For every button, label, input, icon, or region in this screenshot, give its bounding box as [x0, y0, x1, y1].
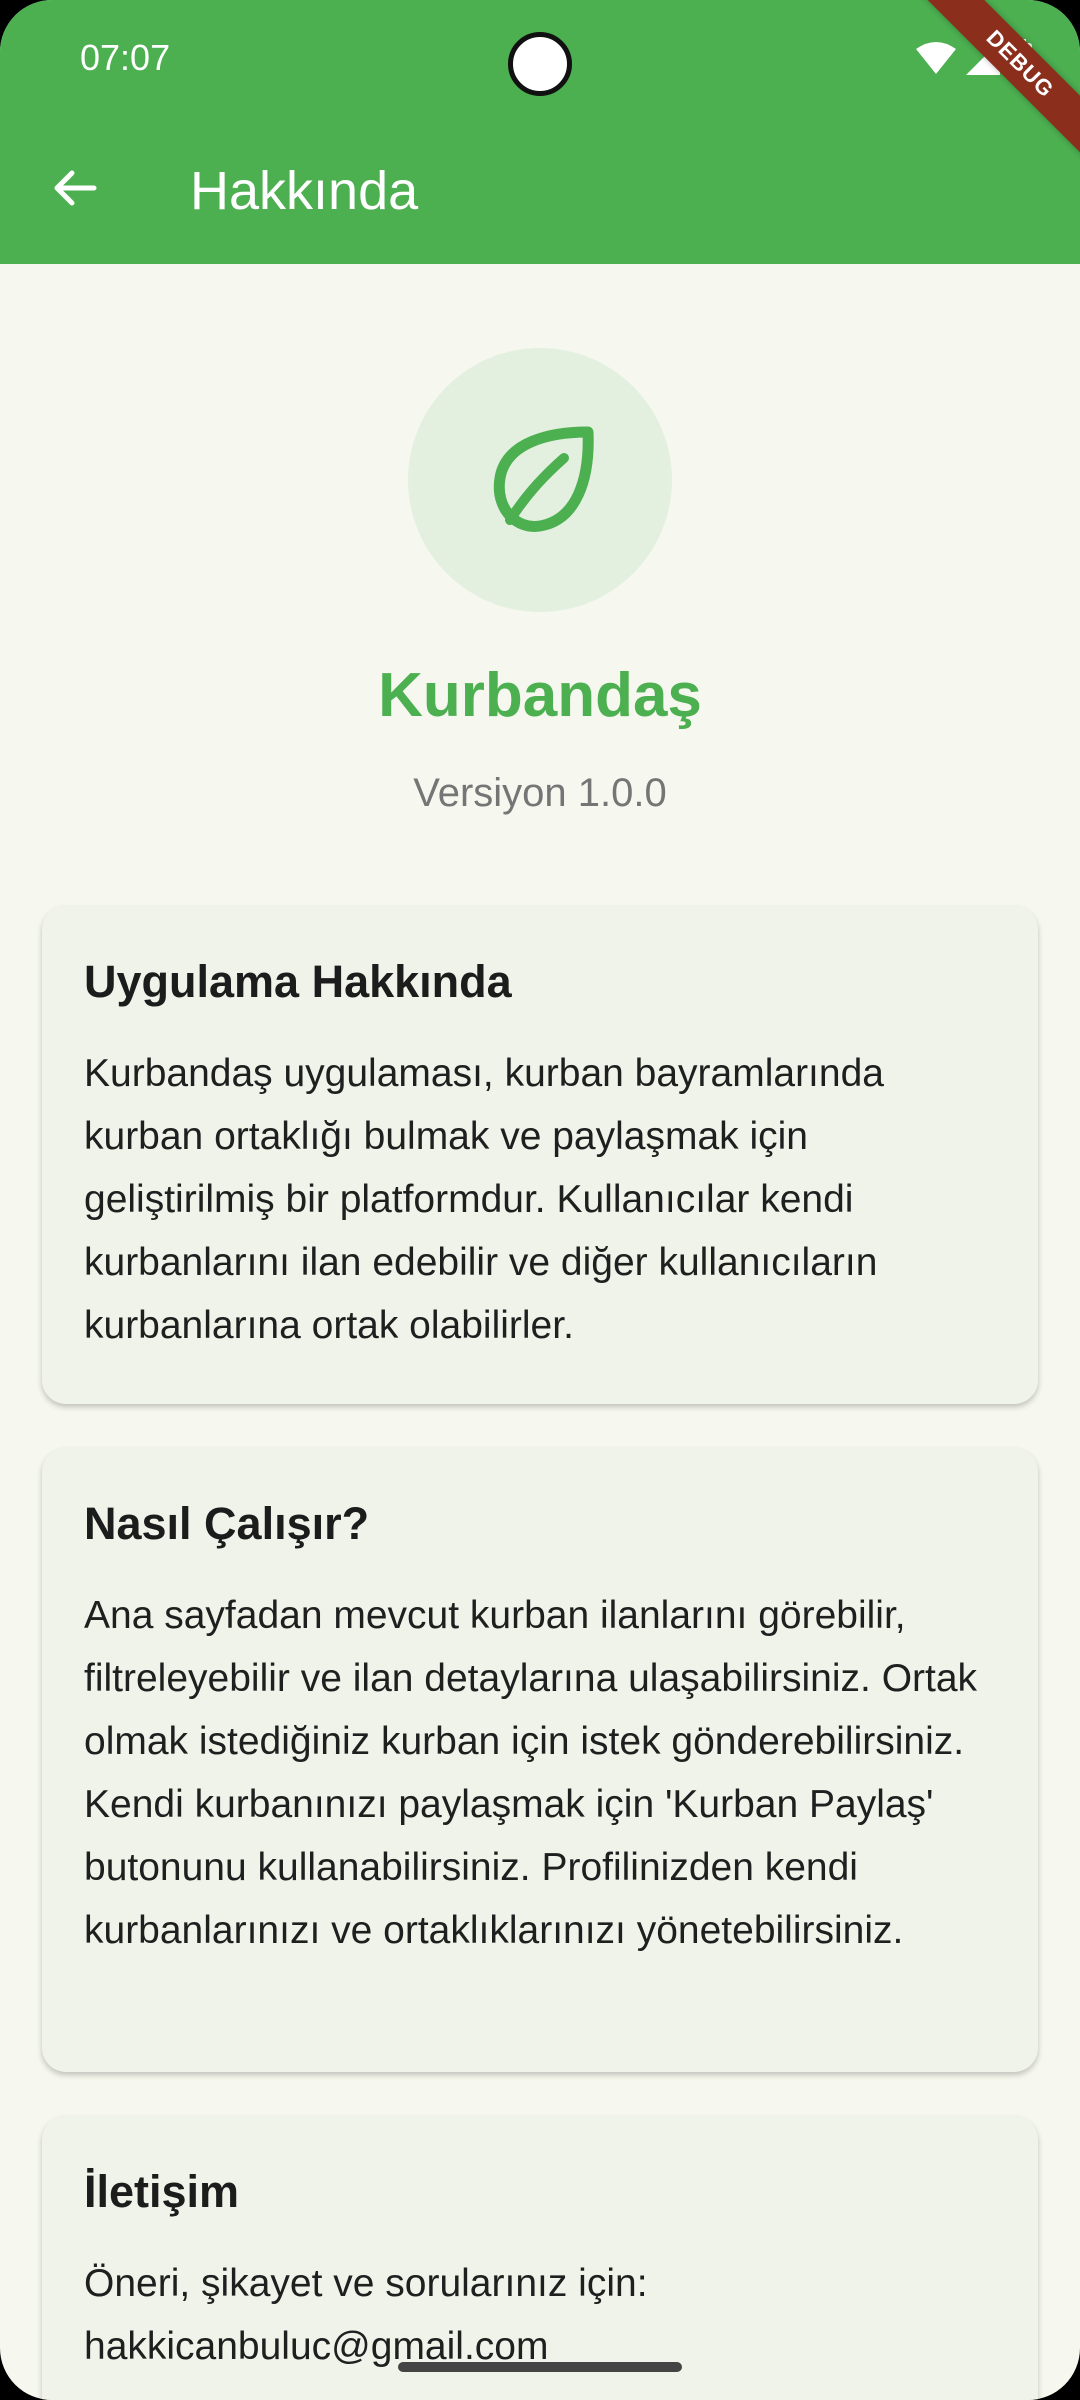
- status-time: 07:07: [80, 37, 171, 78]
- page-title: Hakkında: [190, 161, 419, 221]
- about-card-body: Kurbandaş uygulaması, kurban bayramların…: [84, 1052, 884, 1347]
- debug-banner: DEBUG: [913, 0, 1080, 171]
- home-indicator[interactable]: [398, 2362, 682, 2372]
- contact-card-title: İletişim: [84, 2166, 240, 2217]
- contact-card-body: Öneri, şikayet ve sorularınız için: hakk…: [84, 2252, 996, 2378]
- back-button[interactable]: [36, 150, 112, 226]
- how-it-works-card: Nasıl Çalışır? Ana sayfadan mevcut kurba…: [42, 1448, 1038, 2072]
- how-it-works-title: Nasıl Çalışır?: [84, 1498, 370, 1549]
- front-camera: [508, 32, 572, 96]
- contact-text: Öneri, şikayet ve sorularınız için:: [84, 2262, 648, 2305]
- leaf-icon: [493, 426, 594, 532]
- app-version: Versiyon 1.0.0: [413, 771, 667, 815]
- about-card-title: Uygulama Hakkında: [84, 956, 512, 1007]
- contact-card: İletişim Öneri, şikayet ve sorularınız i…: [42, 2116, 1038, 2400]
- how-it-works-body: Ana sayfadan mevcut kurban ilanlarını gö…: [84, 1594, 978, 1952]
- app-name: Kurbandaş: [378, 661, 702, 730]
- wifi-icon: [916, 42, 956, 74]
- about-card: Uygulama Hakkında Kurbandaş uygulaması, …: [42, 906, 1038, 1404]
- app-logo: [408, 348, 672, 612]
- app-header: 07:07 DEBUG Hakkında: [0, 0, 1080, 264]
- arrow-back-icon: [54, 170, 97, 206]
- about-screen: 07:07 DEBUG Hakkında Kurbandaş Versiyon …: [0, 0, 1080, 2400]
